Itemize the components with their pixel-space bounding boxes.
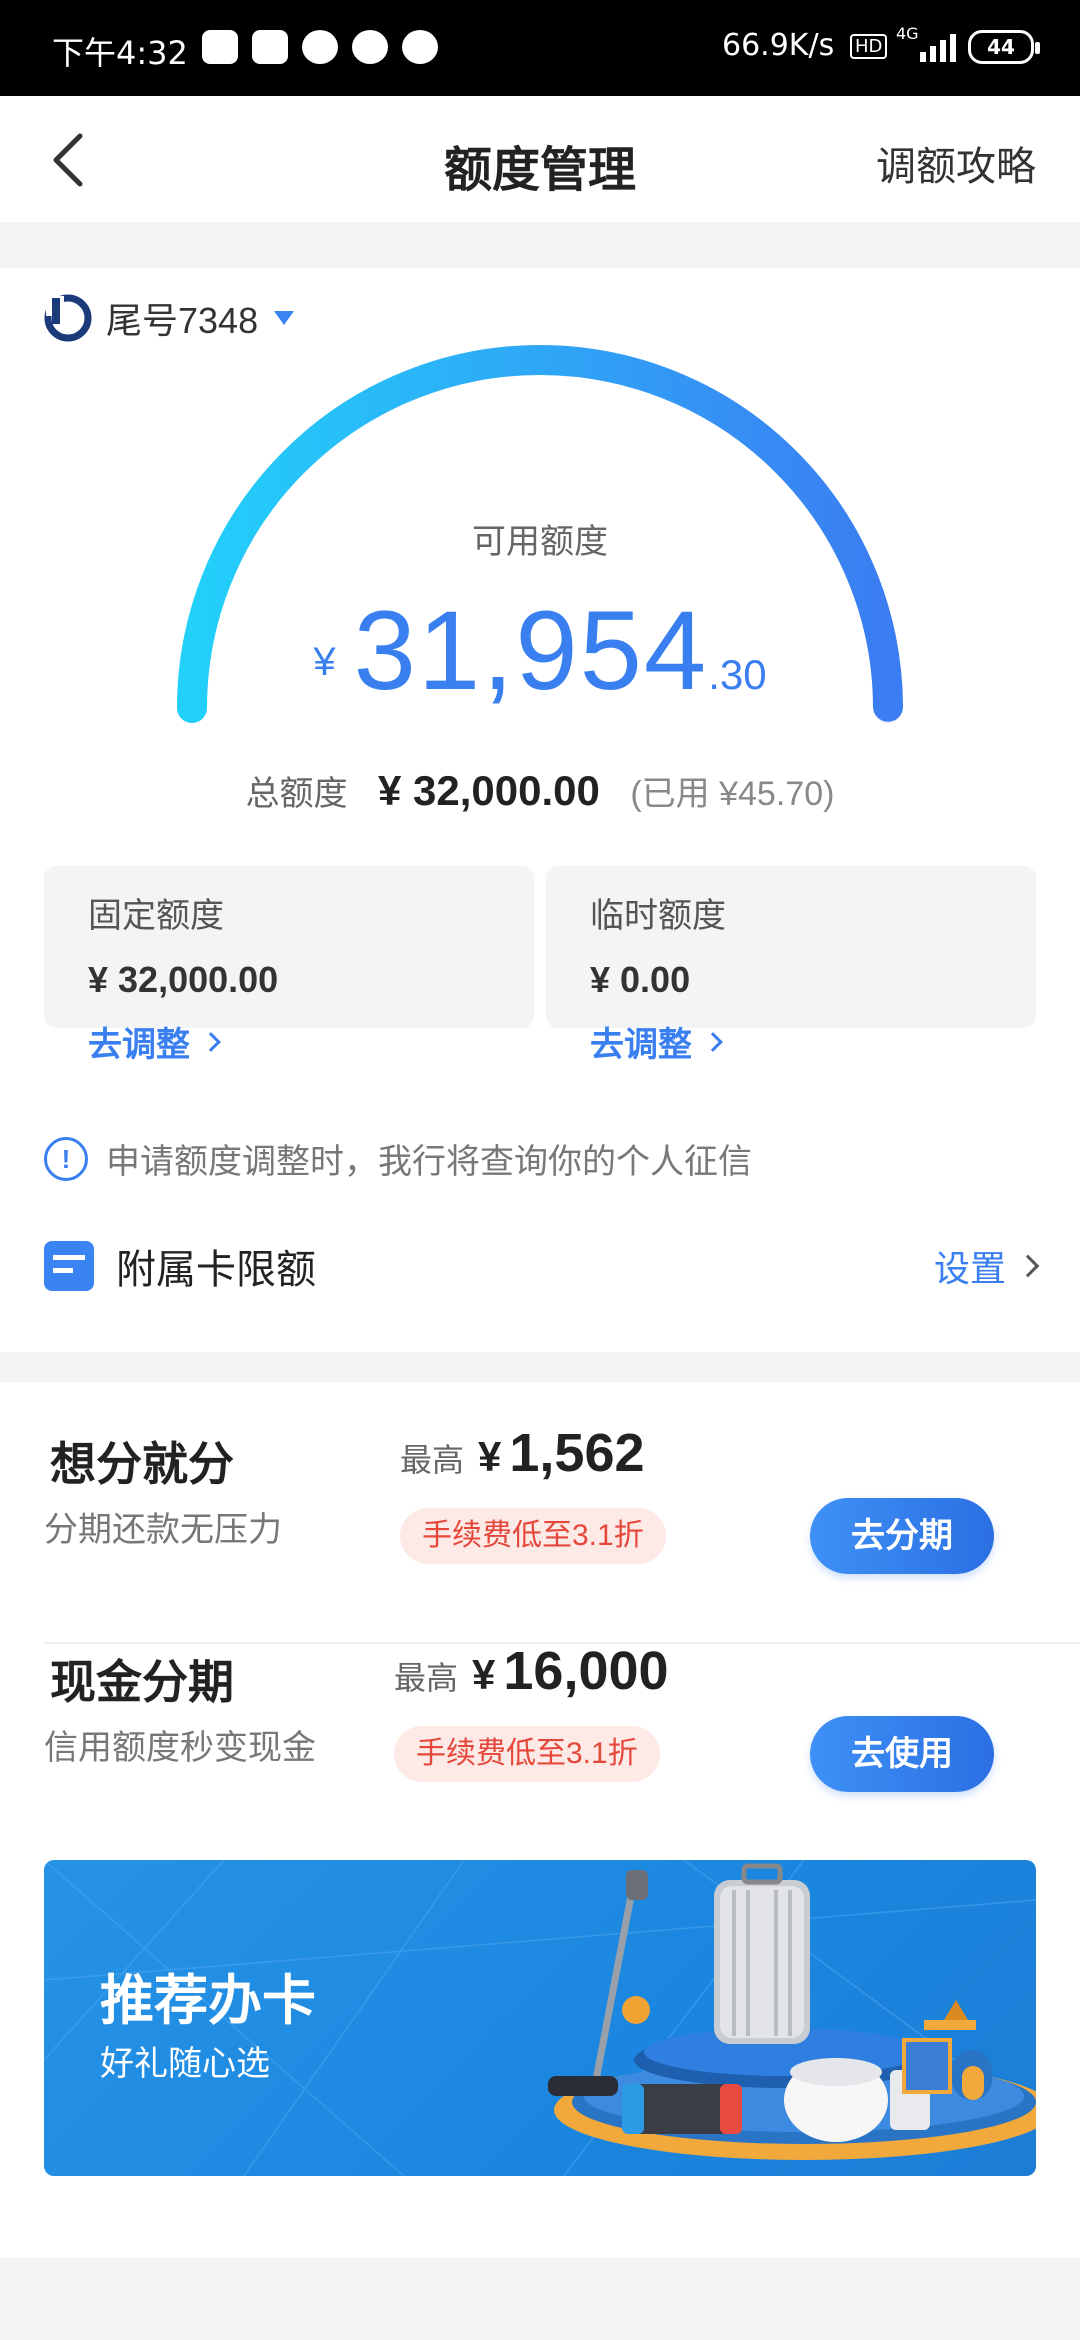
adjust-link-label: 去调整 xyxy=(88,1026,190,1064)
offer-title: 现金分期 xyxy=(50,1656,234,1708)
total-credit-row: 总额度 ¥ 32,000.00 (已用 ¥45.70) xyxy=(0,766,1080,815)
credit-section: 尾号7348 可用额度 ¥31,954.30 总额度 ¥ 32,000.00 (… xyxy=(0,268,1080,1352)
settings-label: 设置 xyxy=(933,1248,1006,1289)
bottom-spacer xyxy=(0,2178,1080,2258)
temp-quota-label: 临时额度 xyxy=(590,897,726,935)
adjust-link-label: 去调整 xyxy=(590,1026,692,1064)
status-bar: 下午4:32 66.9K/s HD 4G 44 xyxy=(0,0,1080,96)
offer-max: 最高 ¥1,562 xyxy=(400,1422,645,1484)
banner-title: 推荐办卡 xyxy=(100,1971,316,2031)
go-installment-button[interactable]: 去分期 xyxy=(810,1498,994,1574)
signal-icon xyxy=(920,30,956,62)
adjust-guide-link[interactable]: 调额攻略 xyxy=(876,134,1036,192)
available-credit-label: 可用额度 xyxy=(472,523,608,561)
card-icon xyxy=(44,1241,94,1291)
network-speed: 66.9K/s xyxy=(722,28,835,63)
temp-quota-value: ¥ 0.00 xyxy=(590,959,691,1000)
product-illustration xyxy=(548,1863,1036,2160)
banner-subtitle: 好礼随心选 xyxy=(100,2045,270,2083)
offer-subtitle: 信用额度秒变现金 xyxy=(44,1729,316,1767)
wechat-icon xyxy=(302,30,338,64)
temp-quota-adjust-link[interactable]: 去调整 xyxy=(590,1017,992,1066)
chevron-right-icon xyxy=(201,1031,221,1052)
info-circle-icon: ! xyxy=(44,1136,88,1181)
sub-card-limit-row[interactable]: 附属卡限额 设置 xyxy=(44,1236,1040,1296)
fixed-quota-card: 固定额度 ¥ 32,000.00 去调整 xyxy=(44,866,534,1064)
hd-icon: HD xyxy=(850,34,888,59)
sub-card-title: 附属卡限额 xyxy=(116,1248,316,1292)
available-decimal: .30 xyxy=(708,651,767,698)
temp-quota-card: 临时额度 ¥ 0.00 去调整 xyxy=(546,866,1036,1064)
installment-section: 想分就分 分期还款无压力 最高 ¥1,562 手续费低至3.1折 去分期 现金分期… xyxy=(0,1382,1080,2178)
credit-check-notice: ! 申请额度调整时，我行将查询你的个人征信 xyxy=(44,1134,752,1183)
max-currency: ¥ xyxy=(478,1433,502,1480)
battery-icon: 44 xyxy=(968,30,1040,64)
nav-bar: 额度管理 调额攻略 xyxy=(0,96,1080,222)
max-label: 最高 xyxy=(400,1442,465,1478)
app-notification-icon xyxy=(402,30,438,64)
status-time: 下午4:32 xyxy=(52,34,188,72)
max-currency: ¥ xyxy=(472,1651,496,1698)
offer-subtitle: 分期还款无压力 xyxy=(44,1511,282,1549)
cash-installment-offer: 现金分期 信用额度秒变现金 最高 ¥16,000 手续费低至3.1折 去使用 xyxy=(0,1600,1080,1792)
wechat-icon xyxy=(352,30,388,64)
chevron-right-icon xyxy=(1016,1254,1040,1278)
offer-max: 最高 ¥16,000 xyxy=(394,1640,669,1702)
fee-badge: 手续费低至3.1折 xyxy=(394,1726,660,1782)
recommend-card-banner[interactable]: 推荐办卡 好礼随心选 xyxy=(44,1860,1036,2176)
notification-icons xyxy=(202,30,438,64)
available-credit-amount: ¥31,954.30 xyxy=(0,586,1080,715)
fixed-quota-adjust-link[interactable]: 去调整 xyxy=(88,1017,490,1066)
notice-text: 申请额度调整时，我行将查询你的个人征信 xyxy=(106,1143,752,1181)
sub-card-settings-link[interactable]: 设置 xyxy=(933,1240,1040,1292)
available-currency: ¥ xyxy=(313,640,336,684)
total-credit-label: 总额度 xyxy=(245,775,348,813)
network-type: 4G xyxy=(896,24,919,43)
installment-offer: 想分就分 分期还款无压力 最高 ¥1,562 手续费低至3.1折 去分期 xyxy=(0,1382,1080,1574)
go-use-button[interactable]: 去使用 xyxy=(810,1716,994,1792)
fixed-quota-label: 固定额度 xyxy=(88,897,224,935)
offer-title: 想分就分 xyxy=(50,1438,234,1490)
total-credit-value: ¥ 32,000.00 xyxy=(378,767,600,814)
chevron-right-icon xyxy=(703,1031,723,1052)
message-icon xyxy=(202,30,238,64)
used-amount: (已用 ¥45.70) xyxy=(630,775,835,813)
max-value: 1,562 xyxy=(509,1423,645,1483)
max-label: 最高 xyxy=(394,1660,459,1696)
available-integer: 31,954 xyxy=(353,588,709,713)
fixed-quota-value: ¥ 32,000.00 xyxy=(88,959,279,1000)
fee-badge: 手续费低至3.1折 xyxy=(400,1508,666,1564)
max-value: 16,000 xyxy=(503,1641,669,1701)
message-icon xyxy=(252,30,288,64)
